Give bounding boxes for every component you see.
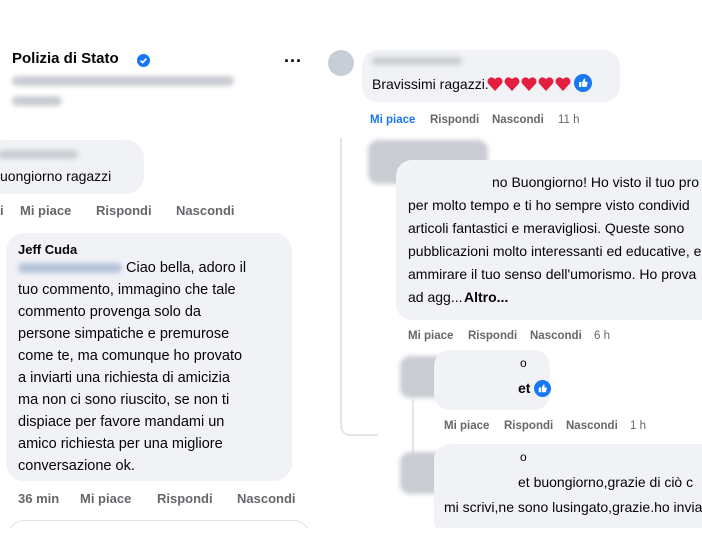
right-comment-panel: Bravissimi ragazzi. Mi piace Rispondi Na… bbox=[322, 42, 702, 528]
last-reply-line-1: et buongiorno,grazie di ciò c bbox=[518, 474, 694, 490]
short-hide-button[interactable]: Nascondi bbox=[566, 420, 618, 432]
reply-line-3: commento provenga solo da bbox=[18, 304, 201, 320]
reply-line-4: persone simpatiche e premurose bbox=[18, 326, 230, 342]
reply-timestamp[interactable]: 36 min bbox=[18, 491, 59, 506]
left-comment-panel: Polizia di Stato ... uongiorno ragazzi i… bbox=[0, 28, 318, 528]
top-timestamp[interactable]: 11 h bbox=[558, 114, 580, 126]
long-reply-button[interactable]: Rispondi bbox=[468, 330, 517, 342]
last-reply-line-2: mi scrivi,ne sono lusingato,grazie.ho in… bbox=[444, 499, 702, 515]
verified-badge-icon bbox=[137, 54, 150, 67]
top-hide-button[interactable]: Nascondi bbox=[492, 114, 544, 126]
top-comment-text: Bravissimi ragazzi. bbox=[372, 76, 489, 92]
top-comment-bubble: Bravissimi ragazzi. bbox=[362, 50, 620, 102]
reply-line-5: come te, ma comunque ho provato bbox=[18, 348, 243, 364]
short-like-button[interactable]: Mi piace bbox=[444, 420, 489, 432]
reply-line-8: dispiace per favore mandami un bbox=[18, 414, 225, 430]
reply-line-2: tuo commento, immagino che tale bbox=[18, 282, 236, 298]
long-comment-bubble: no Buongiorno! Ho visto il tuo pro per m… bbox=[396, 160, 702, 320]
reply-line-9: amico richiesta per una migliore bbox=[18, 436, 223, 452]
reply-like-button[interactable]: Mi piace bbox=[80, 491, 131, 506]
reply-bubble: Jeff Cuda Ciao bella, adoro il tuo comme… bbox=[6, 233, 292, 481]
first-like-button[interactable]: Mi piace bbox=[20, 203, 71, 218]
first-comment-bubble: uongiorno ragazzi bbox=[0, 140, 144, 194]
first-hide-button[interactable]: Nascondi bbox=[176, 203, 235, 218]
blurred-mention bbox=[18, 263, 122, 273]
top-like-button[interactable]: Mi piace bbox=[370, 114, 415, 126]
short-timestamp[interactable]: 1 h bbox=[630, 420, 646, 432]
long-comment-line-6: ad agg... bbox=[408, 289, 463, 305]
comment-leading-char: i bbox=[0, 203, 4, 218]
reply-line-6: a inviarti una richiesta di amicizia bbox=[18, 370, 230, 386]
long-comment-line-5: ammirare il tuo senso dell'umorismo. Ho … bbox=[408, 266, 697, 282]
reply-line-7: ma non ci sono riuscito, se non ti bbox=[18, 392, 230, 408]
long-comment-line-3: articoli fantastici e meravigliosi. Ques… bbox=[408, 220, 685, 236]
first-comment-text: uongiorno ragazzi bbox=[0, 168, 112, 184]
short-reply-bubble: o et bbox=[434, 350, 551, 410]
reply-reply-button[interactable]: Rispondi bbox=[157, 491, 213, 506]
short-like-reaction-icon bbox=[534, 380, 551, 397]
last-reply-initial: o bbox=[520, 450, 527, 464]
see-more-link[interactable]: Altro... bbox=[464, 289, 508, 305]
short-reply-button[interactable]: Rispondi bbox=[504, 420, 553, 432]
blurred-author bbox=[0, 150, 78, 159]
thread-connector-2 bbox=[412, 398, 438, 460]
long-comment-line-1: no Buongiorno! Ho visto il tuo pro bbox=[492, 174, 700, 190]
long-comment-line-2: per molto tempo e ti ho sempre visto con… bbox=[408, 197, 690, 213]
reply-input-edge bbox=[8, 520, 310, 528]
long-comment-line-4: pubblicazioni molto interessanti ed educ… bbox=[408, 243, 702, 259]
more-options-button[interactable]: ... bbox=[284, 46, 302, 67]
last-reply-bubble: o et buongiorno,grazie di ciò c mi scriv… bbox=[434, 444, 702, 528]
top-reply-button[interactable]: Rispondi bbox=[430, 114, 479, 126]
reply-line-10: conversazione ok. bbox=[18, 458, 135, 474]
reply-line-1: Ciao bella, adoro il bbox=[126, 260, 247, 276]
reply-author[interactable]: Jeff Cuda bbox=[18, 242, 77, 257]
like-reaction-icon bbox=[574, 74, 592, 92]
long-timestamp[interactable]: 6 h bbox=[594, 330, 610, 342]
hearts-emoji-icon bbox=[487, 77, 571, 91]
short-reply-text: et bbox=[518, 380, 531, 396]
long-hide-button[interactable]: Nascondi bbox=[530, 330, 582, 342]
first-reply-button[interactable]: Rispondi bbox=[96, 203, 152, 218]
blurred-meta bbox=[12, 96, 62, 106]
avatar[interactable] bbox=[328, 50, 354, 76]
reply-hide-button[interactable]: Nascondi bbox=[237, 491, 296, 506]
page-name[interactable]: Polizia di Stato bbox=[12, 50, 119, 67]
blurred-subtitle bbox=[12, 76, 234, 86]
short-reply-initial: o bbox=[520, 356, 527, 370]
long-like-button[interactable]: Mi piace bbox=[408, 330, 453, 342]
blurred-top-author bbox=[372, 57, 462, 65]
